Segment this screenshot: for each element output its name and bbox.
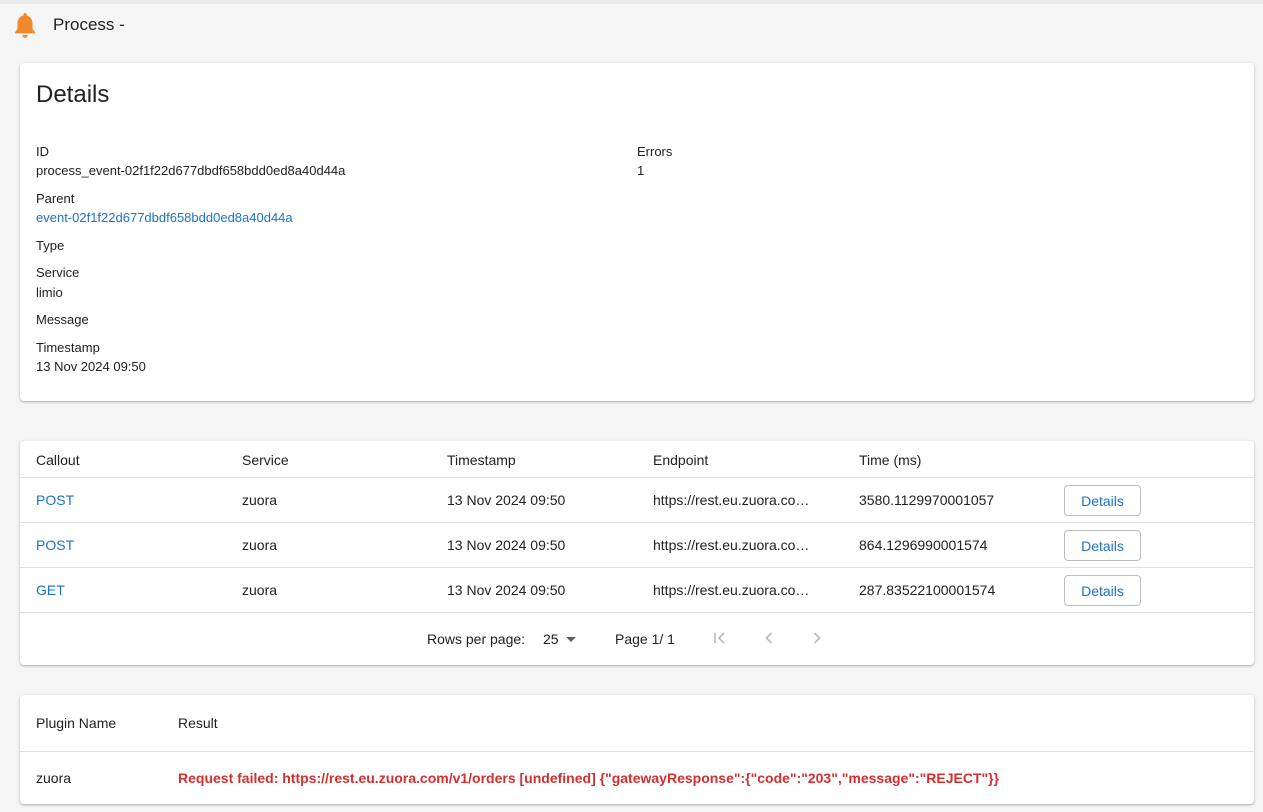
callout-timestamp: 13 Nov 2024 09:50 — [447, 492, 566, 508]
rows-per-page-select[interactable]: 25 — [541, 625, 581, 651]
parent-label: Parent — [36, 191, 75, 206]
first-page-icon[interactable] — [710, 628, 730, 648]
id-value: process_event-02f1f22d677dbdf658bdd0ed8a… — [36, 163, 346, 178]
callout-time: 287.83522100001574 — [859, 582, 996, 598]
column-header-callout: Callout — [36, 452, 80, 468]
id-label: ID — [36, 144, 49, 159]
details-button[interactable]: Details — [1064, 530, 1141, 561]
table-header: Callout Service Timestamp Endpoint Time … — [20, 441, 1254, 478]
details-button[interactable]: Details — [1064, 575, 1141, 606]
table-pagination: Rows per page: 25 Page 1/ 1 — [20, 613, 1254, 665]
table-row: GET zuora 13 Nov 2024 09:50 https://rest… — [20, 568, 1254, 613]
callout-method-link[interactable]: POST — [36, 492, 74, 508]
column-header-endpoint: Endpoint — [653, 452, 709, 468]
next-page-icon[interactable] — [807, 628, 827, 648]
page-title: Process - — [53, 15, 125, 34]
callout-timestamp: 13 Nov 2024 09:50 — [447, 537, 566, 553]
callout-timestamp: 13 Nov 2024 09:50 — [447, 582, 566, 598]
column-header-time: Time (ms) — [859, 452, 922, 468]
callout-service: zuora — [242, 582, 278, 598]
service-value: limio — [36, 285, 63, 300]
errors-label: Errors — [637, 144, 673, 159]
page-indicator: Page 1/ 1 — [615, 631, 675, 647]
message-label: Message — [36, 312, 89, 327]
top-divider — [0, 0, 1263, 4]
table-header: Plugin Name Result — [20, 695, 1254, 752]
details-card: Details ID process_event-02f1f22d677dbdf… — [20, 63, 1254, 401]
rows-per-page-value: 25 — [543, 631, 559, 647]
type-label: Type — [36, 238, 65, 253]
callout-method-link[interactable]: GET — [36, 582, 65, 598]
callout-endpoint: https://rest.eu.zuora.co… — [653, 492, 810, 508]
callouts-table-card: Callout Service Timestamp Endpoint Time … — [20, 441, 1254, 665]
callout-time: 864.1296990001574 — [859, 537, 988, 553]
callout-endpoint: https://rest.eu.zuora.co… — [653, 537, 810, 553]
column-header-service: Service — [242, 452, 289, 468]
plugins-table-card: Plugin Name Result zuora Request failed:… — [20, 695, 1254, 804]
callout-time: 3580.1129970001057 — [859, 492, 995, 508]
table-row: POST zuora 13 Nov 2024 09:50 https://res… — [20, 523, 1254, 568]
details-button[interactable]: Details — [1064, 485, 1141, 516]
column-header-timestamp: Timestamp — [447, 452, 516, 468]
callout-method-link[interactable]: POST — [36, 537, 74, 553]
callout-service: zuora — [242, 537, 278, 553]
previous-page-icon[interactable] — [759, 628, 779, 648]
timestamp-label: Timestamp — [36, 340, 100, 355]
errors-value: 1 — [637, 163, 645, 178]
table-row: POST zuora 13 Nov 2024 09:50 https://res… — [20, 478, 1254, 523]
callout-service: zuora — [242, 492, 278, 508]
bell-icon — [12, 11, 38, 39]
column-header-result: Result — [178, 715, 218, 731]
details-title: Details — [36, 81, 110, 108]
parent-link[interactable]: event-02f1f22d677dbdf658bdd0ed8a40d44a — [36, 210, 293, 225]
callout-endpoint: https://rest.eu.zuora.co… — [653, 582, 810, 598]
column-header-plugin-name: Plugin Name — [36, 715, 117, 731]
service-label: Service — [36, 265, 80, 280]
rows-per-page-label: Rows per page: — [427, 631, 526, 647]
plugin-result-error: Request failed: https://rest.eu.zuora.co… — [178, 770, 1000, 786]
timestamp-value: 13 Nov 2024 09:50 — [36, 359, 146, 374]
page-header: Process - — [12, 10, 125, 40]
plugin-name: zuora — [36, 770, 72, 786]
chevron-down-icon — [566, 637, 576, 642]
